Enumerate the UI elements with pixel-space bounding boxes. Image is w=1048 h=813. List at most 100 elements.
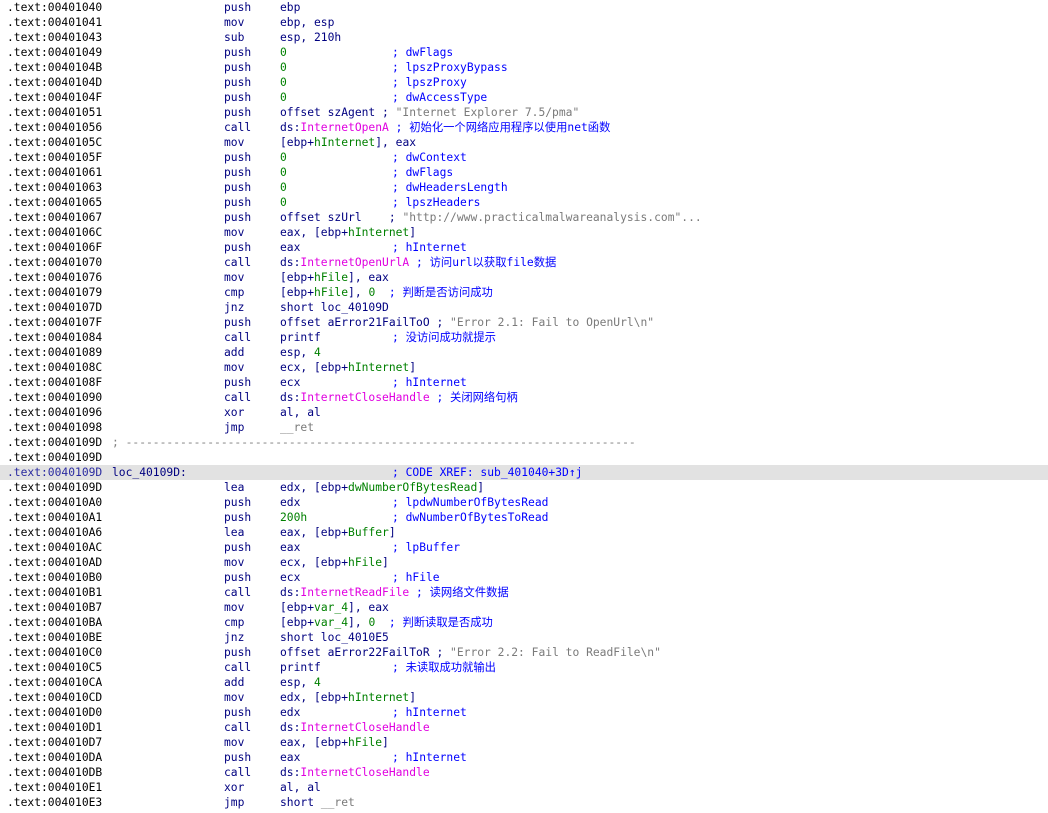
code-line[interactable]: .text:00401076 mov [ebp+hFile], eax	[0, 270, 1048, 285]
address[interactable]: .text:0040107F	[7, 315, 102, 330]
mnemonic[interactable]: push	[224, 570, 251, 585]
address[interactable]: .text:0040107D	[7, 300, 102, 315]
code-line[interactable]: .text:004010A1 push 200h ; dwNumberOfBytesT…	[0, 510, 1048, 525]
mnemonic[interactable]: push	[224, 315, 251, 330]
operands[interactable]: ds:InternetCloseHandle	[280, 720, 430, 735]
operands[interactable]: eax	[280, 750, 300, 765]
operands[interactable]: 0	[280, 45, 287, 60]
address[interactable]: .text:0040109D	[7, 480, 102, 495]
code-line[interactable]: .text:004010A0 push edx ; lpdwNumberOfBytes…	[0, 495, 1048, 510]
code-line[interactable]: .text:004010AC push eax ; lpBuffer	[0, 540, 1048, 555]
operands[interactable]: ds:InternetCloseHandle ; 关闭网络句柄	[280, 390, 518, 405]
address[interactable]: .text:004010CD	[7, 690, 102, 705]
code-line[interactable]: .text:004010A6 lea eax, [ebp+Buffer]	[0, 525, 1048, 540]
mnemonic[interactable]: mov	[224, 360, 244, 375]
variable-name[interactable]: var_4	[314, 601, 348, 614]
address[interactable]: .text:00401079	[7, 285, 102, 300]
operands[interactable]: 0	[280, 195, 287, 210]
address[interactable]: .text:004010BA	[7, 615, 102, 630]
address[interactable]: .text:0040104D	[7, 75, 102, 90]
mnemonic[interactable]: call	[224, 255, 251, 270]
mnemonic[interactable]: mov	[224, 555, 244, 570]
mnemonic[interactable]: push	[224, 0, 251, 15]
mnemonic[interactable]: add	[224, 675, 244, 690]
operands[interactable]: 0	[280, 75, 287, 90]
code-line[interactable]: .text:0040108F push ecx ; hInternet	[0, 375, 1048, 390]
mnemonic[interactable]: call	[224, 720, 251, 735]
operands[interactable]: ds:InternetReadFile ; 读网络文件数据	[280, 585, 509, 600]
api-name[interactable]: InternetCloseHandle	[300, 766, 429, 779]
address[interactable]: .text:0040109D	[7, 450, 102, 465]
code-line[interactable]: .text:004010C0 push offset aError22FailToR…	[0, 645, 1048, 660]
code-line[interactable]: .text:00401063 push 0 ; dwHeadersLength	[0, 180, 1048, 195]
code-line[interactable]: .text:0040107F push offset aError21FailToO…	[0, 315, 1048, 330]
code-line[interactable]: .text:004010B0 push ecx ; hFile	[0, 570, 1048, 585]
operands[interactable]: edx	[280, 495, 300, 510]
address[interactable]: .text:0040109D	[7, 465, 102, 480]
address[interactable]: .text:004010B1	[7, 585, 102, 600]
mnemonic[interactable]: push	[224, 150, 251, 165]
operands[interactable]: 0	[280, 165, 287, 180]
code-line[interactable]: .text:0040109D loc_40109D: ; CODE XREF: su…	[0, 465, 1048, 480]
code-line[interactable]: .text:00401096 xor al, al	[0, 405, 1048, 420]
address[interactable]: .text:004010A0	[7, 495, 102, 510]
mnemonic[interactable]: call	[224, 390, 251, 405]
code-line[interactable]: .text:00401040 push ebp	[0, 0, 1048, 15]
code-line[interactable]: .text:00401043 sub esp, 210h	[0, 30, 1048, 45]
mnemonic[interactable]: jmp	[224, 795, 244, 810]
mnemonic[interactable]: call	[224, 120, 251, 135]
address[interactable]: .text:00401089	[7, 345, 102, 360]
address[interactable]: .text:00401090	[7, 390, 102, 405]
operands[interactable]: offset szUrl ; "http://www.practicalmalw…	[280, 210, 702, 225]
mnemonic[interactable]: mov	[224, 600, 244, 615]
address[interactable]: .text:004010D1	[7, 720, 102, 735]
api-name[interactable]: InternetCloseHandle	[300, 391, 429, 404]
code-line[interactable]: .text:00401049 push 0 ; dwFlags	[0, 45, 1048, 60]
mnemonic[interactable]: xor	[224, 780, 244, 795]
operands[interactable]: ds:InternetOpenA ; 初始化一个网络应用程序以使用net函数	[280, 120, 610, 135]
operands[interactable]: ecx	[280, 570, 300, 585]
mnemonic[interactable]: mov	[224, 735, 244, 750]
code-line[interactable]: .text:004010D7 mov eax, [ebp+hFile]	[0, 735, 1048, 750]
address[interactable]: .text:00401096	[7, 405, 102, 420]
operands[interactable]: offset aError22FailToR ; "Error 2.2: Fai…	[280, 645, 661, 660]
operands[interactable]: 0	[280, 60, 287, 75]
mnemonic[interactable]: push	[224, 210, 251, 225]
address[interactable]: .text:004010E1	[7, 780, 102, 795]
operands[interactable]: ds:InternetCloseHandle	[280, 765, 430, 780]
code-line[interactable]: .text:00401089 add esp, 4	[0, 345, 1048, 360]
address[interactable]: .text:0040106C	[7, 225, 102, 240]
address[interactable]: .text:004010B0	[7, 570, 102, 585]
operands[interactable]: ebp, esp	[280, 15, 334, 30]
api-name[interactable]: InternetOpenUrlA	[300, 256, 409, 269]
code-line[interactable]: .text:004010D1 call ds:InternetCloseHandle	[0, 720, 1048, 735]
code-line[interactable]: .text:0040109D lea edx, [ebp+dwNumberOfByt…	[0, 480, 1048, 495]
operands[interactable]: eax, [ebp+hInternet]	[280, 225, 416, 240]
operands[interactable]: __ret	[280, 420, 314, 435]
operands[interactable]: offset szAgent ; "Internet Explorer 7.5/…	[280, 105, 579, 120]
code-line[interactable]: .text:004010CD mov edx, [ebp+hInternet]	[0, 690, 1048, 705]
code-line[interactable]: .text:0040105C mov [ebp+hInternet], eax	[0, 135, 1048, 150]
code-line[interactable]: .text:00401084 call printf ; 没访问成功就提示	[0, 330, 1048, 345]
variable-name[interactable]: hInternet	[348, 361, 409, 374]
operands[interactable]: short loc_40109D	[280, 300, 389, 315]
address[interactable]: .text:004010D7	[7, 735, 102, 750]
address[interactable]: .text:004010AC	[7, 540, 102, 555]
mnemonic[interactable]: push	[224, 90, 251, 105]
operands[interactable]: ecx, [ebp+hFile]	[280, 555, 389, 570]
operands[interactable]: [ebp+hInternet], eax	[280, 135, 416, 150]
address[interactable]: .text:004010C0	[7, 645, 102, 660]
address[interactable]: .text:00401041	[7, 15, 102, 30]
operands[interactable]: printf	[280, 330, 321, 345]
address[interactable]: .text:00401084	[7, 330, 102, 345]
address[interactable]: .text:0040104B	[7, 60, 102, 75]
operands[interactable]: 200h	[280, 510, 307, 525]
operands[interactable]: short __ret	[280, 795, 355, 810]
mnemonic[interactable]: push	[224, 195, 251, 210]
mnemonic[interactable]: lea	[224, 525, 244, 540]
code-line[interactable]: .text:0040105F push 0 ; dwContext	[0, 150, 1048, 165]
address[interactable]: .text:00401076	[7, 270, 102, 285]
variable-name[interactable]: dwNumberOfBytesRead	[348, 481, 477, 494]
operands[interactable]: 0	[280, 90, 287, 105]
address[interactable]: .text:00401040	[7, 0, 102, 15]
